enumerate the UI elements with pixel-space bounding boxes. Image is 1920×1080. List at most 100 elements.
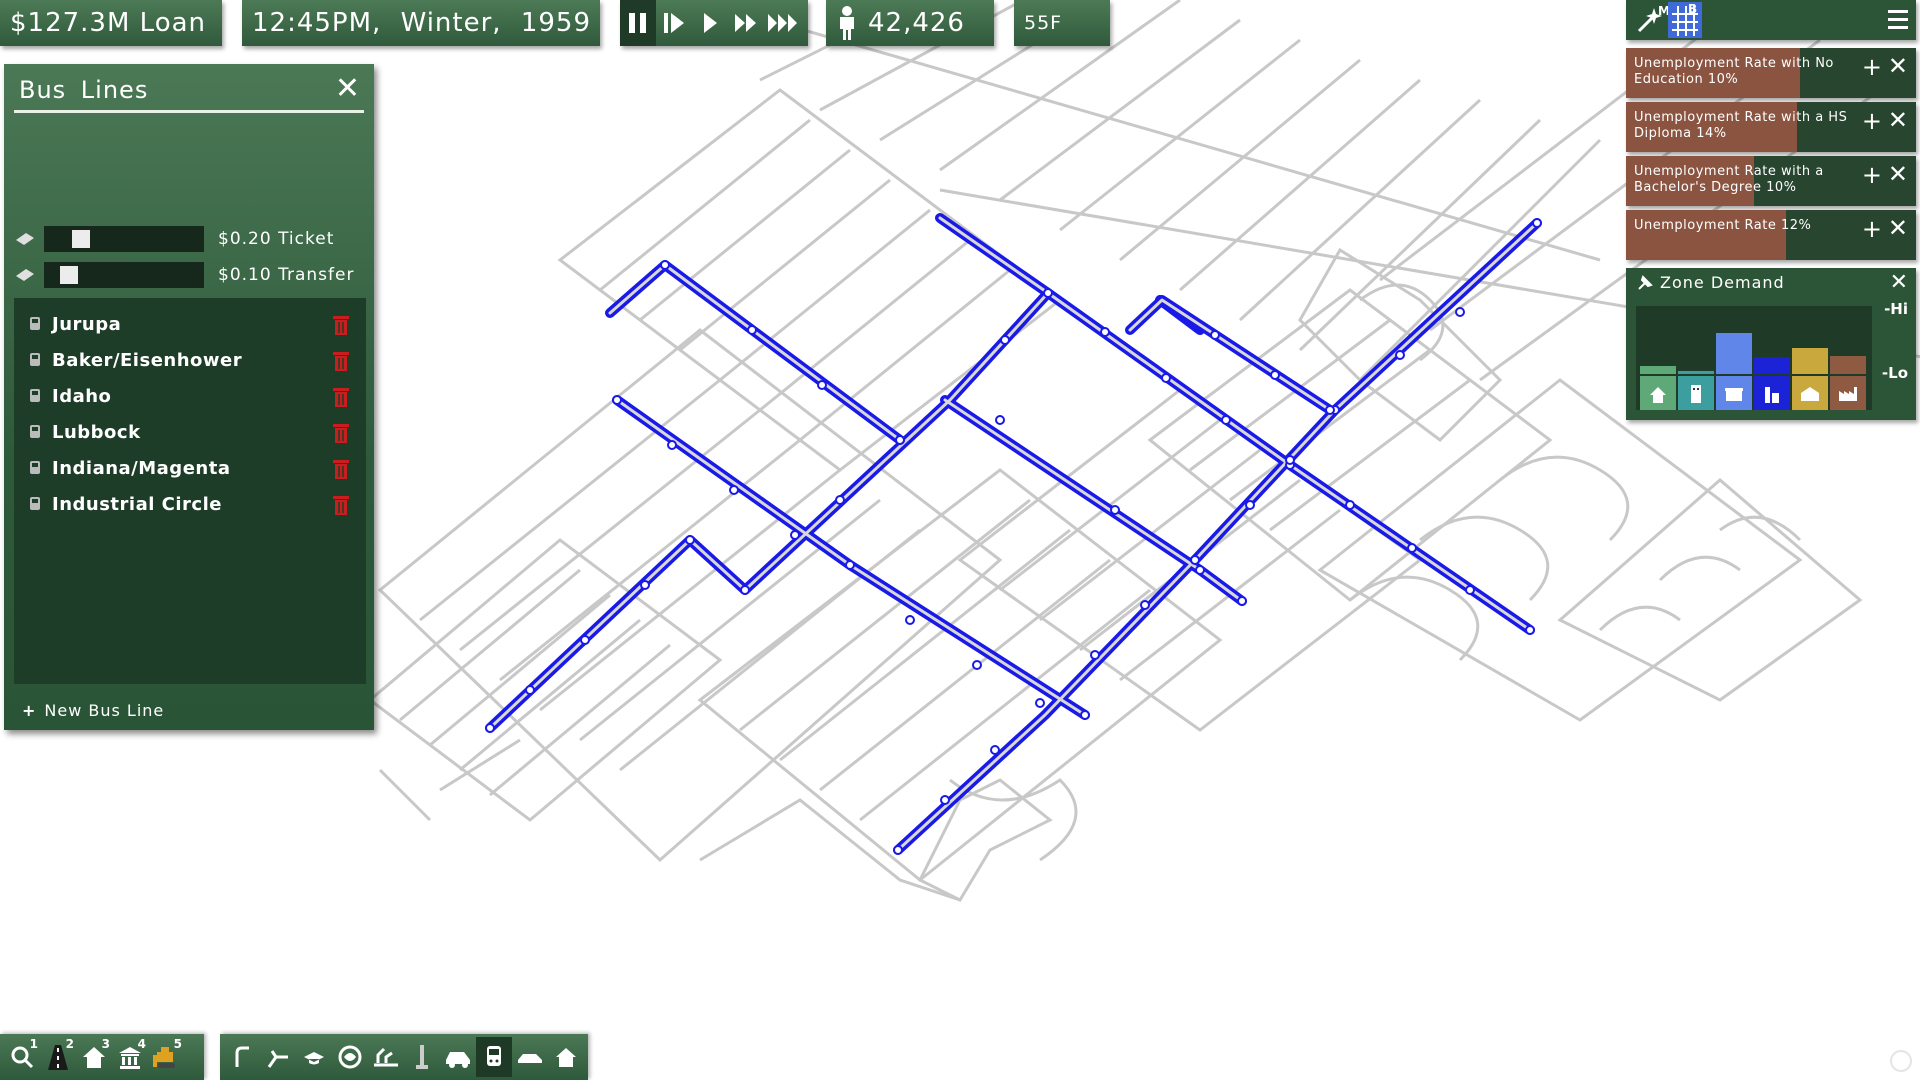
zone-demand-bar-industrial-low <box>1792 348 1828 374</box>
delete-icon[interactable] <box>332 386 350 408</box>
notification-unemployment-hs-diploma[interactable]: Unemployment Rate with a HS Diploma 14% … <box>1626 102 1916 152</box>
population-text: 42,426 <box>868 8 965 38</box>
bus-line-item[interactable]: Indiana/Magenta <box>14 450 366 486</box>
delete-icon[interactable] <box>332 350 350 372</box>
menu-button[interactable] <box>1888 9 1908 31</box>
transfer-fare-slider[interactable] <box>44 262 204 288</box>
expand-notification-button[interactable]: + <box>1862 163 1882 187</box>
pin-icon[interactable] <box>1636 274 1654 292</box>
industrial-low-icon <box>1792 376 1828 410</box>
bus-line-name: Lubbock <box>52 421 141 443</box>
hotkey-label: 5 <box>173 1037 182 1051</box>
population-display: 42,426 <box>826 0 994 46</box>
fast-forward-button[interactable] <box>728 0 764 46</box>
fast-forward-icon <box>735 14 756 32</box>
road-tool-icon <box>235 1046 249 1067</box>
top-right-toolbar: M B <box>1626 0 1916 40</box>
water-icon <box>374 1047 398 1067</box>
residential-high-icon <box>1678 376 1714 410</box>
home-tool-button[interactable] <box>548 1037 584 1077</box>
fastest-button[interactable] <box>764 0 804 46</box>
hotkey-label: 1 <box>29 1037 38 1051</box>
bus-line-item[interactable]: Jurupa <box>14 306 366 342</box>
street-tool-button[interactable] <box>224 1037 260 1077</box>
notification-text: Unemployment Rate with a Bachelor's Degr… <box>1634 164 1824 195</box>
park-icon <box>338 1045 362 1069</box>
loan-display[interactable]: $127.3M Loan <box>0 0 222 46</box>
delete-icon[interactable] <box>332 314 350 336</box>
query-tool-button[interactable]: 1 <box>4 1037 40 1077</box>
utility-tool-button[interactable] <box>404 1037 440 1077</box>
bus-line-list: Jurupa Baker/Eisenhower Idaho Lubbock In… <box>14 298 366 684</box>
car-tool-button[interactable] <box>440 1037 476 1077</box>
dismiss-notification-button[interactable]: ✕ <box>1888 108 1908 132</box>
notification-text: Unemployment Rate 12% <box>1634 218 1812 233</box>
bus-icon <box>30 425 40 438</box>
delete-icon[interactable] <box>332 458 350 480</box>
zone-demand-bar-commercial-high <box>1754 357 1790 374</box>
fastest-icon <box>768 14 797 32</box>
hotkey-label: 4 <box>137 1037 146 1051</box>
education-tool-button[interactable] <box>296 1037 332 1077</box>
car-flat-icon <box>518 1054 542 1063</box>
play-icon <box>704 13 717 33</box>
parking-tool-button[interactable] <box>512 1037 548 1077</box>
bus-line-item[interactable]: Lubbock <box>14 414 366 450</box>
zone-demand-bar-residential-low <box>1640 366 1676 374</box>
commercial-high-icon <box>1754 376 1790 410</box>
expressway-icon <box>267 1050 288 1068</box>
demand-low-label: -Lo <box>1881 364 1908 382</box>
dismiss-notification-button[interactable]: ✕ <box>1888 216 1908 240</box>
notification-unemployment-rate[interactable]: Unemployment Rate 12% + ✕ <box>1626 210 1916 260</box>
notification-unemployment-no-education[interactable]: Unemployment Rate with No Education 10% … <box>1626 48 1916 98</box>
expand-notification-button[interactable]: + <box>1862 217 1882 241</box>
expand-notification-button[interactable]: + <box>1862 55 1882 79</box>
close-zone-demand-button[interactable]: ✕ <box>1890 270 1908 295</box>
map-mode-button[interactable]: M <box>1636 4 1670 36</box>
zone-demand-bar-industrial-high <box>1830 356 1866 374</box>
parks-tool-button[interactable] <box>332 1037 368 1077</box>
new-bus-line-button[interactable]: + New Bus Line <box>22 701 164 720</box>
road-tool-button[interactable]: 2 <box>40 1037 76 1077</box>
hotkey-label: 2 <box>65 1037 74 1051</box>
ticket-fare-slider[interactable] <box>44 226 204 252</box>
new-bus-line-label: New Bus Line <box>44 701 165 720</box>
title-divider <box>14 110 364 113</box>
play-button[interactable] <box>692 0 728 46</box>
bus-tool-button[interactable] <box>476 1037 512 1077</box>
close-panel-button[interactable]: ✕ <box>335 74 360 104</box>
government-tool-button[interactable]: 4 <box>112 1037 148 1077</box>
plus-icon: + <box>22 701 37 720</box>
bus-overlay-button[interactable]: B <box>1668 2 1702 38</box>
pause-button[interactable] <box>620 0 656 46</box>
ticket-slider-handle[interactable] <box>72 230 90 248</box>
transfer-ticket-icon <box>16 269 34 281</box>
bus-line-item[interactable]: Idaho <box>14 378 366 414</box>
zone-tool-button[interactable]: 3 <box>76 1037 112 1077</box>
water-tool-button[interactable] <box>368 1037 404 1077</box>
camera-icon[interactable] <box>1890 1050 1912 1072</box>
zone-demand-bar-commercial-low <box>1716 333 1752 374</box>
speed-controls <box>620 0 808 46</box>
bus-line-name: Baker/Eisenhower <box>52 349 243 371</box>
car-icon <box>446 1052 470 1068</box>
bus-lines-panel: Bus Lines ✕ $0.20 Ticket $0.10 Transfer … <box>4 64 374 730</box>
bus-icon <box>487 1046 501 1066</box>
temperature-display: 55F <box>1014 0 1110 46</box>
expand-notification-button[interactable]: + <box>1862 109 1882 133</box>
dismiss-notification-button[interactable]: ✕ <box>1888 54 1908 78</box>
expressway-tool-button[interactable] <box>260 1037 296 1077</box>
bus-line-item[interactable]: Baker/Eisenhower <box>14 342 366 378</box>
date-time-text: 12:45PM, Winter, 1959 <box>252 8 591 38</box>
bus-icon <box>30 353 40 366</box>
step-button[interactable] <box>656 0 692 46</box>
transfer-slider-handle[interactable] <box>60 266 78 284</box>
delete-icon[interactable] <box>332 422 350 444</box>
bus-line-item[interactable]: Industrial Circle <box>14 486 366 522</box>
hat-icon <box>304 1052 324 1065</box>
bulldoze-tool-button[interactable]: 5 <box>148 1037 184 1077</box>
bus-line-name: Industrial Circle <box>52 493 222 515</box>
dismiss-notification-button[interactable]: ✕ <box>1888 162 1908 186</box>
notification-unemployment-bachelors[interactable]: Unemployment Rate with a Bachelor's Degr… <box>1626 156 1916 206</box>
delete-icon[interactable] <box>332 494 350 516</box>
